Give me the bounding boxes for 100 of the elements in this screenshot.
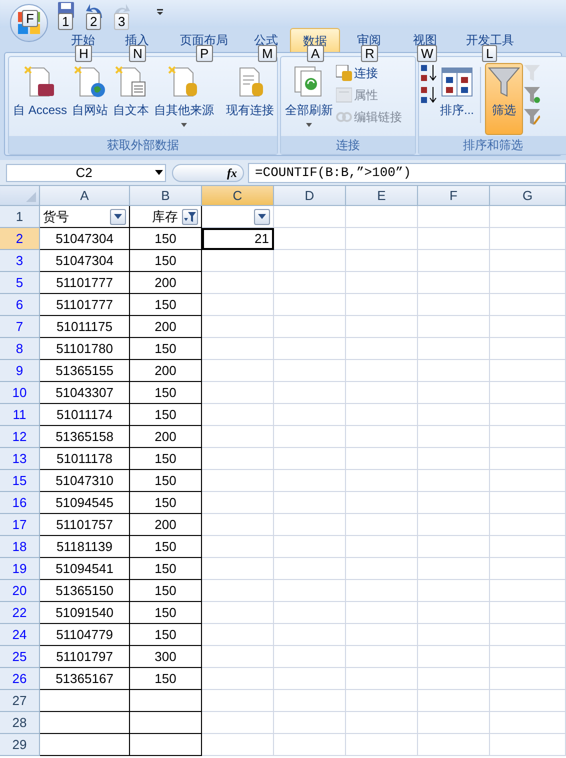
table-cell: 51101797 bbox=[40, 646, 130, 668]
column-header[interactable]: B bbox=[130, 186, 202, 206]
row-header[interactable]: 12 bbox=[0, 426, 40, 448]
formula-field[interactable]: =COUNTIF(B:B,”>100”) bbox=[248, 162, 566, 182]
keytip-tooltip: W bbox=[417, 45, 438, 62]
column-header[interactable]: F bbox=[418, 186, 490, 206]
select-all-button[interactable] bbox=[0, 186, 40, 206]
column-header[interactable]: A bbox=[40, 186, 130, 206]
funnel-with-pencil-icon bbox=[524, 109, 540, 125]
funnel-with-arrows-icon bbox=[524, 87, 540, 103]
row-header[interactable]: 2 bbox=[0, 228, 40, 250]
row-header[interactable]: 28 bbox=[0, 712, 40, 734]
ribbon-button[interactable]: 排序... bbox=[438, 63, 476, 135]
keytip-tooltip: A bbox=[307, 45, 324, 62]
table-cell: 300 bbox=[130, 646, 202, 668]
row-header[interactable]: 10 bbox=[0, 382, 40, 404]
row-header[interactable]: 20 bbox=[0, 580, 40, 602]
dropdown-caret-icon bbox=[114, 214, 122, 219]
empty-cell[interactable] bbox=[130, 734, 202, 756]
funnel-icon bbox=[524, 65, 540, 81]
row-header[interactable]: 24 bbox=[0, 624, 40, 646]
column-header[interactable]: C bbox=[202, 186, 274, 206]
table-cell: 150 bbox=[130, 294, 202, 316]
table-cell: 150 bbox=[130, 250, 202, 272]
table-cell: 51047304 bbox=[40, 250, 130, 272]
row-header[interactable]: 15 bbox=[0, 470, 40, 492]
row-header[interactable]: 7 bbox=[0, 316, 40, 338]
dropdown-caret-icon bbox=[181, 123, 188, 127]
group-title: 获取外部数据 bbox=[9, 136, 277, 154]
ribbon-small-button[interactable]: 连接 bbox=[336, 65, 402, 81]
ribbon-button[interactable]: 现有连接 bbox=[224, 63, 276, 135]
row-header[interactable]: 6 bbox=[0, 294, 40, 316]
empty-cell[interactable] bbox=[130, 712, 202, 734]
table-cell: 200 bbox=[130, 316, 202, 338]
filter-dropdown-button[interactable] bbox=[110, 208, 126, 224]
table-cell: 150 bbox=[130, 492, 202, 514]
row-header[interactable]: 22 bbox=[0, 602, 40, 624]
row-header[interactable]: 9 bbox=[0, 360, 40, 382]
table-cell: 150 bbox=[130, 338, 202, 360]
column-header[interactable]: D bbox=[274, 186, 346, 206]
table-cell: 51094545 bbox=[40, 492, 130, 514]
ribbon-small-button[interactable] bbox=[421, 87, 437, 103]
page-with-notepad-icon bbox=[115, 66, 148, 98]
ribbon-button[interactable]: 自 Access bbox=[11, 63, 70, 135]
ribbon-button[interactable]: 全部刷新 bbox=[283, 63, 335, 135]
ribbon-button[interactable]: 自其他来源 bbox=[152, 63, 216, 135]
table-cell: 150 bbox=[130, 382, 202, 404]
keytip-tooltip: N bbox=[129, 45, 146, 62]
sort-grid-icon bbox=[441, 66, 473, 98]
table-cell: 51365150 bbox=[40, 580, 130, 602]
name-box[interactable]: C2 bbox=[6, 164, 166, 182]
row-header[interactable]: 5 bbox=[0, 272, 40, 294]
sort-descending-icon bbox=[421, 87, 437, 103]
keytip-tooltip: 3 bbox=[114, 13, 130, 30]
filter-icon bbox=[184, 212, 196, 222]
table-cell: 150 bbox=[130, 558, 202, 580]
keytip-tooltip: M bbox=[258, 45, 277, 62]
row-header[interactable]: 26 bbox=[0, 668, 40, 690]
row-header[interactable]: 19 bbox=[0, 558, 40, 580]
row-header[interactable]: 11 bbox=[0, 404, 40, 426]
empty-cell[interactable] bbox=[130, 690, 202, 712]
insert-function-button[interactable]: fx bbox=[172, 164, 244, 182]
row-header[interactable]: 8 bbox=[0, 338, 40, 360]
table-cell: 150 bbox=[130, 580, 202, 602]
ribbon-button[interactable]: 筛选 bbox=[485, 63, 524, 135]
dropdown-caret-icon bbox=[258, 214, 266, 219]
table-cell: 150 bbox=[130, 536, 202, 558]
ribbon-button[interactable]: 自网站 bbox=[70, 63, 110, 135]
row-header[interactable]: 25 bbox=[0, 646, 40, 668]
keytip-tooltip: L bbox=[482, 45, 498, 62]
row-header[interactable]: 1 bbox=[0, 206, 40, 228]
row-header[interactable]: 18 bbox=[0, 536, 40, 558]
row-header[interactable]: 13 bbox=[0, 448, 40, 470]
header-cell-text: 货号 bbox=[43, 208, 70, 226]
row-header[interactable]: 27 bbox=[0, 690, 40, 712]
table-cell: 51365155 bbox=[40, 360, 130, 382]
table-cell: 51101757 bbox=[40, 514, 130, 536]
column-header[interactable]: E bbox=[346, 186, 418, 206]
table-cell: 51104779 bbox=[40, 624, 130, 646]
page-with-globe-icon bbox=[74, 66, 106, 98]
table-cell: 51181139 bbox=[40, 536, 130, 558]
group-title: 连接 bbox=[281, 136, 415, 154]
row-header[interactable]: 3 bbox=[0, 250, 40, 272]
row-header[interactable]: 16 bbox=[0, 492, 40, 514]
connections-icon bbox=[336, 65, 352, 81]
table-cell: 21 bbox=[202, 228, 274, 250]
table-cell: 51091540 bbox=[40, 602, 130, 624]
filter-dropdown-button[interactable] bbox=[254, 208, 270, 224]
ribbon-button[interactable]: 自文本 bbox=[111, 63, 152, 135]
ribbon-small-button[interactable] bbox=[421, 65, 437, 81]
row-header[interactable]: 17 bbox=[0, 514, 40, 536]
table-cell: 51094541 bbox=[40, 558, 130, 580]
keytip-tooltip: F bbox=[22, 10, 38, 27]
keytip-tooltip: P bbox=[196, 45, 213, 62]
filter-dropdown-button[interactable] bbox=[182, 208, 198, 224]
row-header[interactable]: 29 bbox=[0, 734, 40, 756]
table-cell: 200 bbox=[130, 272, 202, 294]
column-header[interactable]: G bbox=[490, 186, 566, 206]
corner-triangle-icon bbox=[26, 192, 36, 202]
table-cell: 51047310 bbox=[40, 470, 130, 492]
